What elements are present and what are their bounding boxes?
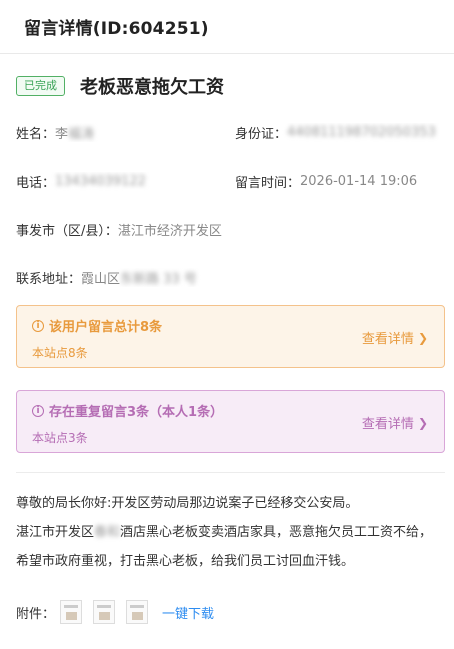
phone-value: 13434039122	[55, 174, 146, 189]
city-value: 湛江市经济开发区	[117, 224, 222, 239]
title-row: 已完成 老板恶意拖欠工资	[16, 75, 445, 98]
id-label: 身份证：	[235, 127, 288, 142]
info-row-city: 事发市（区/县）： 湛江市经济开发区	[16, 220, 445, 239]
id-value: 440811198702050353	[287, 125, 436, 140]
city-label: 事发市（区/县）：	[16, 224, 118, 239]
phone-label: 电话：	[16, 176, 56, 191]
download-all-link[interactable]: 一键下载	[162, 603, 214, 622]
message-title: 老板恶意拖欠工资	[80, 77, 224, 98]
chevron-right-icon: ❯	[417, 415, 428, 430]
attachment-thumbnail[interactable]	[93, 600, 116, 624]
user-total-text: 该用户留言总计8条	[49, 320, 163, 335]
time-label: 留言时间：	[235, 176, 301, 191]
content-line-2-hidden: 春和	[94, 525, 121, 540]
attachment-thumbnail[interactable]	[126, 600, 149, 624]
city-field: 事发市（区/县）： 湛江市经济开发区	[16, 220, 445, 239]
address-hidden: 东新路 33 号	[120, 272, 197, 287]
attachments-row: 附件： 一键下载	[16, 600, 445, 624]
page-header: 留言详情(ID:604251)	[0, 0, 454, 54]
content-line-2: 湛江市开发区春和酒店黑心老板变卖酒店家具，恶意拖欠员工工资不给，希望市政府重视，…	[16, 518, 445, 576]
name-field: 姓名： 李福涛	[16, 123, 235, 142]
name-value-first: 李	[55, 127, 69, 142]
id-field: 身份证： 440811198702050353	[235, 123, 445, 142]
info-icon: i	[32, 319, 44, 332]
content-line-2-a: 湛江市开发区	[16, 525, 95, 540]
page-title: 留言详情(ID:604251)	[24, 19, 209, 39]
duplicate-text: 存在重复留言3条（本人1条）	[49, 405, 224, 420]
message-detail: 已完成 老板恶意拖欠工资 姓名： 李福涛 身份证： 44081119870205…	[0, 75, 454, 624]
attachments-label: 附件：	[16, 606, 56, 622]
address-prefix: 霞山区	[81, 272, 121, 287]
view-details-link[interactable]: 查看详情 ❯	[361, 328, 428, 348]
address-field: 联系地址： 霞山区 东新路 33 号	[16, 268, 445, 287]
time-value: 2026-01-14 19:06	[300, 174, 418, 189]
divider	[16, 472, 445, 473]
view-details-label: 查看详情	[361, 417, 414, 432]
view-details-label: 查看详情	[361, 332, 414, 347]
info-row-name-id: 姓名： 李福涛 身份证： 440811198702050353	[16, 123, 445, 142]
time-field: 留言时间： 2026-01-14 19:06	[235, 172, 445, 191]
name-label: 姓名：	[16, 127, 56, 142]
content-line-1: 尊敬的局长你好:开发区劳动局那边说案子已经移交公安局。	[16, 496, 359, 511]
info-icon: i	[32, 404, 44, 417]
user-total-card: i 该用户留言总计8条 本站点8条 查看详情 ❯	[16, 305, 445, 368]
chevron-right-icon: ❯	[417, 330, 428, 345]
address-label: 联系地址：	[16, 272, 82, 287]
duplicate-card: i 存在重复留言3条（本人1条） 本站点3条 查看详情 ❯	[16, 390, 445, 453]
view-duplicate-details-link[interactable]: 查看详情 ❯	[361, 413, 428, 433]
attachment-thumbnail[interactable]	[60, 600, 83, 624]
info-row-phone-time: 电话： 13434039122 留言时间： 2026-01-14 19:06	[16, 172, 445, 191]
info-row-address: 联系地址： 霞山区 东新路 33 号	[16, 268, 445, 287]
message-content: 尊敬的局长你好:开发区劳动局那边说案子已经移交公安局。 湛江市开发区春和酒店黑心…	[16, 489, 445, 576]
status-badge: 已完成	[16, 76, 65, 96]
name-value-hidden: 福涛	[68, 127, 95, 142]
phone-field: 电话： 13434039122	[16, 172, 235, 191]
